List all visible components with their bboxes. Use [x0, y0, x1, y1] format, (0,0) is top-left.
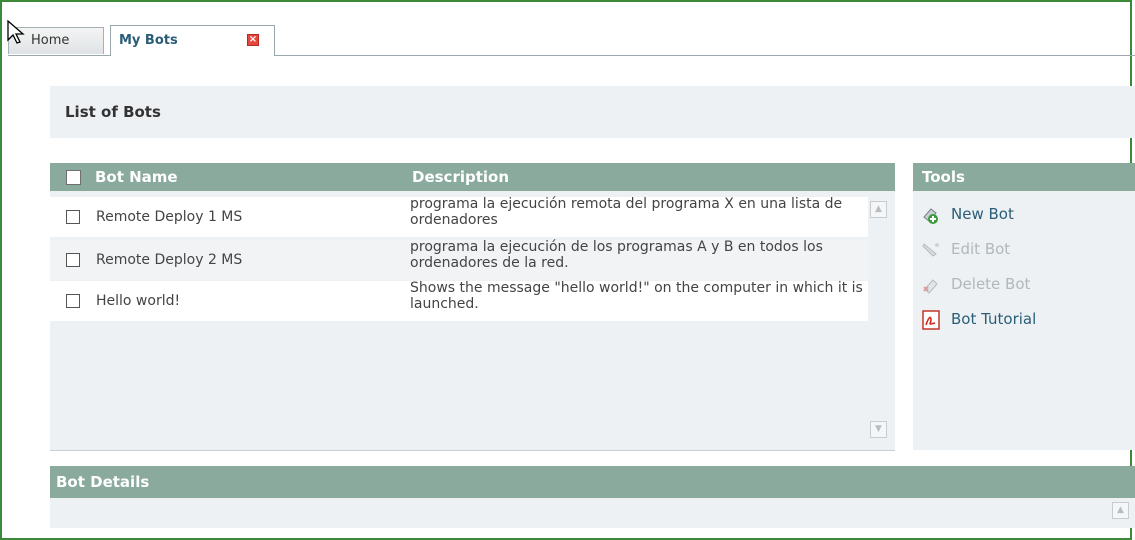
- mouse-cursor-icon: [7, 20, 25, 44]
- select-all-checkbox[interactable]: [66, 170, 81, 185]
- edit-bot-icon: [922, 243, 939, 257]
- bots-table-header: Bot Name Description: [50, 163, 895, 191]
- row-checkbox[interactable]: [66, 253, 80, 267]
- row-checkbox[interactable]: [66, 294, 80, 308]
- details-scroll-up-button[interactable]: ▲: [1112, 502, 1129, 519]
- bot-name: Remote Deploy 1 MS: [96, 209, 243, 225]
- bot-details-title: Bot Details: [56, 473, 150, 491]
- close-tab-icon[interactable]: ×: [247, 34, 259, 46]
- scroll-up-button[interactable]: ▲: [870, 201, 887, 218]
- tools-panel: Tools New Bot Edit Bot Delete Bot Bot Tu…: [913, 163, 1135, 450]
- tab-my-bots-label: My Bots: [119, 33, 178, 48]
- bot-name: Remote Deploy 2 MS: [96, 252, 243, 268]
- pdf-icon: [922, 310, 940, 330]
- tools-header: Tools: [913, 163, 1135, 191]
- tab-my-bots[interactable]: My Bots ×: [110, 25, 275, 56]
- bot-description: programa la ejecución remota del program…: [410, 196, 843, 228]
- delete-bot-icon: [923, 279, 938, 294]
- bot-tutorial-label: Bot Tutorial: [951, 310, 1037, 328]
- column-header-bot-name[interactable]: Bot Name: [95, 168, 178, 186]
- tab-home-label: Home: [31, 33, 70, 48]
- bots-table: Bot Name Description Remote Deploy 1 MS …: [50, 163, 895, 451]
- bot-details-header: Bot Details: [50, 466, 1135, 498]
- edit-bot-label: Edit Bot: [951, 240, 1011, 258]
- bot-name: Hello world!: [96, 293, 181, 309]
- bot-description: Shows the message "hello world!" on the …: [410, 280, 863, 312]
- table-row[interactable]: Hello world! Shows the message "hello wo…: [50, 280, 868, 321]
- bot-description: programa la ejecución de los programas A…: [410, 239, 823, 271]
- delete-bot-label: Delete Bot: [951, 275, 1031, 293]
- row-checkbox[interactable]: [66, 210, 80, 224]
- list-of-bots-header: List of Bots: [50, 86, 1135, 138]
- list-of-bots-title: List of Bots: [65, 103, 161, 121]
- table-row[interactable]: Remote Deploy 2 MS programa la ejecución…: [50, 239, 868, 280]
- scroll-down-button[interactable]: ▼: [870, 421, 887, 438]
- tab-strip: Home My Bots ×: [8, 23, 1135, 56]
- bot-details-panel: [50, 498, 1135, 528]
- new-bot-icon: [923, 208, 938, 224]
- tools-title: Tools: [922, 168, 965, 186]
- new-bot-label: New Bot: [951, 205, 1014, 223]
- table-row[interactable]: Remote Deploy 1 MS programa la ejecución…: [50, 196, 868, 237]
- column-header-description[interactable]: Description: [412, 168, 509, 186]
